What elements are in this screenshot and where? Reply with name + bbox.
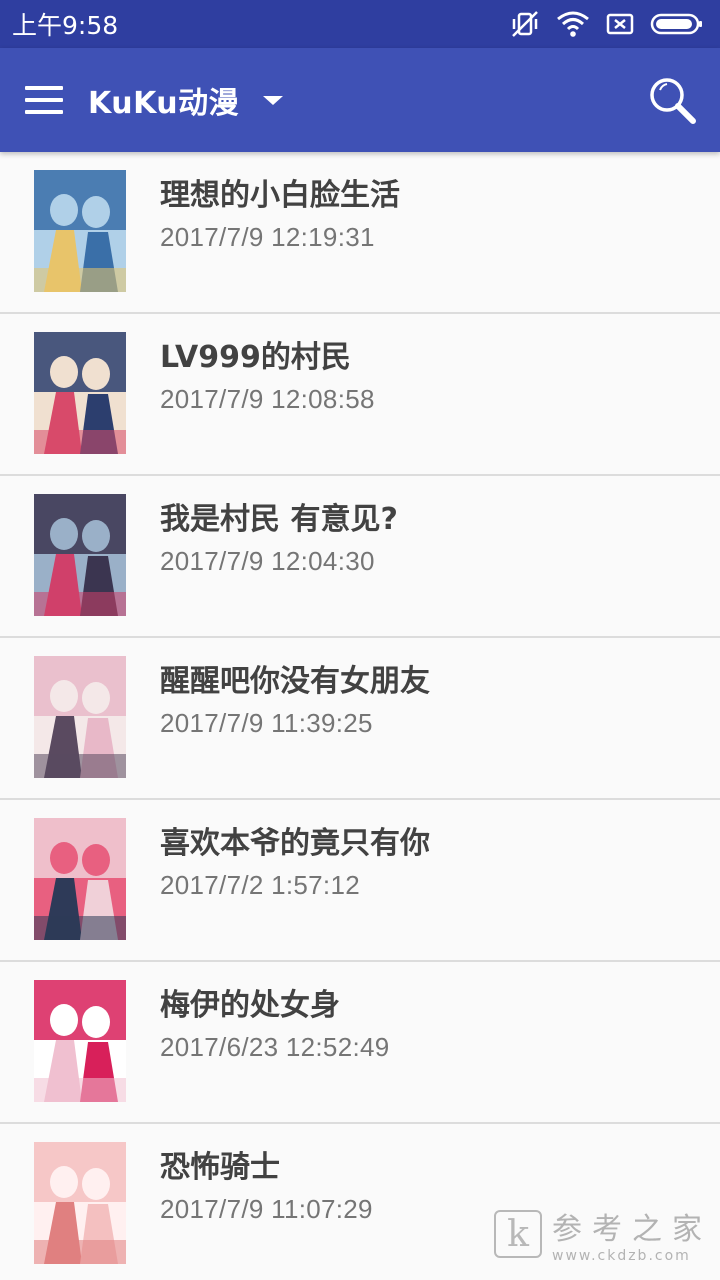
list-item[interactable]: 我是村民 有意见? 2017/7/9 12:04:30 — [0, 476, 720, 638]
manga-title: 恐怖骑士 — [160, 1150, 280, 1185]
manga-cover-image — [34, 1142, 126, 1264]
manga-title: LV999的村民 — [160, 340, 351, 375]
menu-button[interactable] — [0, 48, 88, 152]
wifi-icon — [557, 11, 589, 37]
sim-none-icon — [606, 13, 634, 35]
status-time: 上午9:58 — [12, 11, 119, 40]
menu-icon — [25, 86, 63, 114]
watermark: k 参考之家 www.ckdzb.com — [494, 1204, 712, 1264]
manga-list: 理想的小白脸生活 2017/7/9 12:19:31 LV999的村民 2017/7/… — [0, 152, 720, 1280]
list-item[interactable]: 梅伊的处女身 2017/6/23 12:52:49 — [0, 962, 720, 1124]
watermark-logo: k — [494, 1210, 542, 1258]
update-time: 2017/7/9 11:07:29 — [160, 1194, 373, 1224]
update-time: 2017/7/9 12:04:30 — [160, 546, 375, 576]
update-time: 2017/7/9 12:19:31 — [160, 222, 375, 252]
update-time: 2017/6/23 12:52:49 — [160, 1032, 390, 1062]
manga-title: 我是村民 有意见? — [160, 502, 398, 537]
status-icons — [510, 9, 704, 39]
manga-cover-image — [34, 818, 126, 940]
search-icon — [650, 78, 696, 124]
manga-cover-image — [34, 494, 126, 616]
vibrate-off-icon — [512, 11, 538, 37]
manga-title: 理想的小白脸生活 — [160, 178, 400, 213]
manga-cover-image — [34, 980, 126, 1102]
manga-cover-image — [34, 332, 126, 454]
list-item[interactable]: 醒醒吧你没有女朋友 2017/7/9 11:39:25 — [0, 638, 720, 800]
battery-icon — [650, 13, 702, 35]
manga-cover-image — [34, 656, 126, 778]
update-time: 2017/7/2 1:57:12 — [160, 870, 360, 900]
search-button[interactable] — [624, 48, 720, 152]
list-item[interactable]: LV999的村民 2017/7/9 12:08:58 — [0, 314, 720, 476]
update-time: 2017/7/9 11:39:25 — [160, 708, 373, 738]
list-item[interactable]: 理想的小白脸生活 2017/7/9 12:19:31 — [0, 152, 720, 314]
watermark-text: 参考之家 — [552, 1212, 712, 1247]
update-time: 2017/7/9 12:08:58 — [160, 384, 375, 414]
status-bar: 上午9:58 — [0, 0, 720, 48]
manga-title: 梅伊的处女身 — [160, 988, 340, 1023]
manga-cover-image — [34, 170, 126, 292]
app-title: KuKu动漫 — [88, 86, 240, 121]
list-item[interactable]: 喜欢本爷的竟只有你 2017/7/2 1:57:12 — [0, 800, 720, 962]
title-dropdown[interactable]: KuKu动漫 — [88, 48, 284, 152]
dropdown-arrow-icon — [263, 95, 284, 105]
manga-title: 喜欢本爷的竟只有你 — [160, 826, 430, 861]
manga-title: 醒醒吧你没有女朋友 — [160, 664, 430, 699]
app-bar: KuKu动漫 — [0, 48, 720, 152]
watermark-url: www.ckdzb.com — [552, 1248, 691, 1264]
